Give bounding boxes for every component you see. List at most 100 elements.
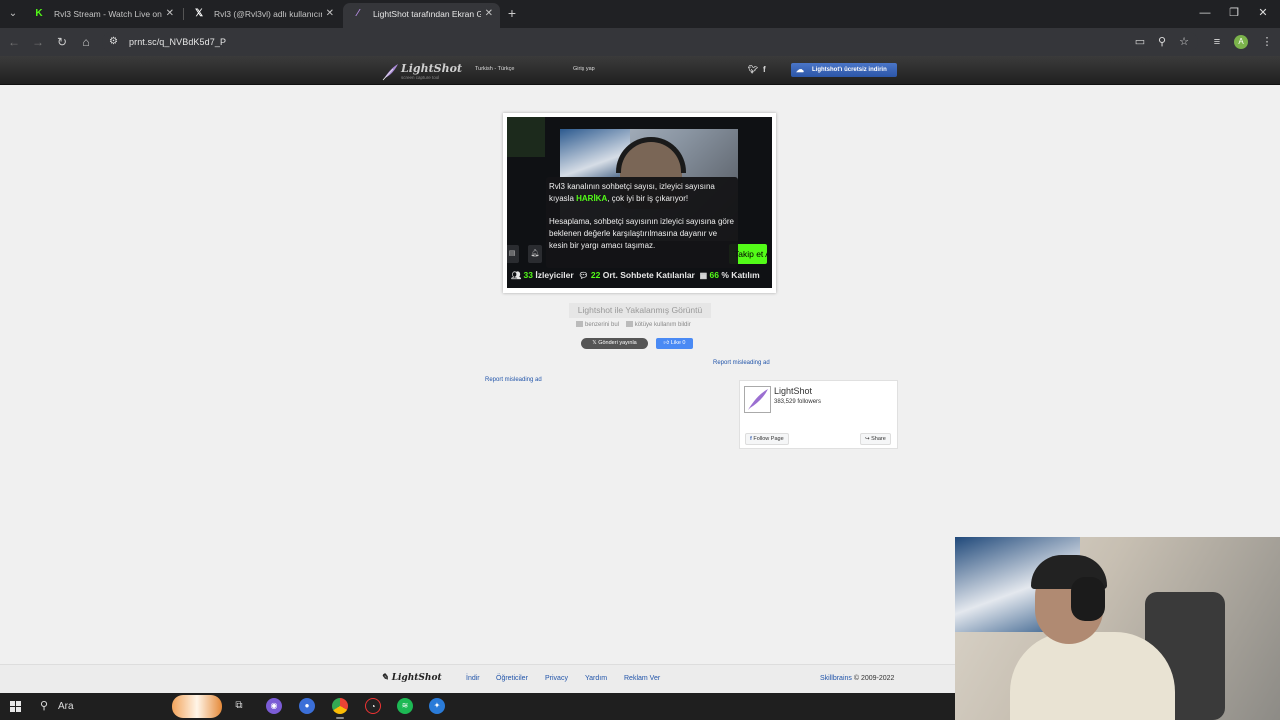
facebook-icon[interactable]: f <box>763 65 766 74</box>
windows-taskbar: ⚲ Ara <box>0 693 955 720</box>
stream-stats-row: 👥︎ 33 İzleyiciler 💬︎ 22 Ort. Sohbete Kat… <box>511 270 760 284</box>
lightshot-header: LightShot screen capture tool Turkish - … <box>0 56 1280 85</box>
close-tab-icon[interactable]: ✕ <box>326 3 334 25</box>
cloud-download-icon: ☁ <box>796 65 804 74</box>
discord-icon[interactable]: ◉ <box>266 698 282 714</box>
url-text[interactable]: prnt.sc/q_NVBdK5d7_P <box>129 35 226 49</box>
chatters-label: Ort. Sohbete Katılanlar <box>602 270 695 280</box>
chatters-count: 22 <box>590 270 601 280</box>
bell-icon: 🔔︎ <box>528 245 542 263</box>
windows-start-icon[interactable] <box>10 701 21 712</box>
fb-follow-page-button[interactable]: f Follow Page <box>745 433 789 445</box>
back-arrow-icon[interactable]: ← <box>5 33 23 51</box>
search-icon: ⚲ <box>40 700 49 712</box>
webcam-overlay <box>955 537 1280 720</box>
fb-followers-count: 383,529 followers <box>774 399 822 405</box>
reading-list-icon[interactable]: ≡ <box>1208 33 1226 51</box>
fb-page-name[interactable]: LightShot <box>774 386 812 396</box>
facebook-icon: f <box>750 436 752 442</box>
tab-kick-stream[interactable]: K Rvl3 Stream - Watch Live on Kick ✕ <box>24 3 181 28</box>
report-abuse-link[interactable]: kötüye kullanım bildir <box>625 321 691 328</box>
footer-link-tutorials[interactable]: Öğreticiler <box>496 675 528 682</box>
chrome-icon[interactable] <box>332 698 348 719</box>
participation-label: % Katılım <box>721 270 760 280</box>
lightshot-feather-icon: ⁄ <box>357 8 359 19</box>
share-arrow-icon: ↪ <box>865 436 870 442</box>
screenshot-frame: ▤ 🔔︎ Takip et Abone Ol Rvl3 kanalının so… <box>503 113 776 293</box>
facebook-page-widget: LightShot 383,529 followers f Follow Pag… <box>739 380 898 449</box>
image-actions: benzerini bul kötüye kullanım bildir <box>576 321 696 328</box>
fb-share-button[interactable]: ↪ Share <box>860 433 891 445</box>
app-blue-icon[interactable]: ● <box>299 698 315 714</box>
footer-link-advertise[interactable]: Reklam Ver <box>624 675 660 682</box>
recorder-icon[interactable]: ◔ <box>365 698 381 714</box>
tab-title: Rvl3 Stream - Watch Live on Kick <box>54 9 162 19</box>
footer-logo[interactable]: ✎ LightShot <box>381 673 442 683</box>
reload-icon[interactable]: ↻ <box>53 33 71 51</box>
tab-x-profile[interactable]: 𝕏 Rvl3 (@Rvl3vl) adlı kullanıcının ✕ <box>184 3 341 28</box>
viewers-icon: 👥︎ <box>511 271 522 280</box>
download-label: Lightshot'ı ücretsiz indirin <box>812 67 887 73</box>
lightshot-page-avatar[interactable] <box>744 386 771 413</box>
screenshot-sidebar-area <box>507 117 545 157</box>
footer-link-privacy[interactable]: Privacy <box>545 675 568 682</box>
report-misleading-ad-link[interactable]: Report misleading ad <box>485 377 542 383</box>
browser-toolbar: ← → ↻ ⌂ ⚙ prnt.sc/q_NVBdK5d7_P ▭ ⚲ ☆ ≡ A… <box>0 28 1280 56</box>
address-bar[interactable]: ⚙ prnt.sc/q_NVBdK5d7_P <box>102 31 1198 53</box>
site-settings-icon[interactable]: ⚙ <box>109 35 123 49</box>
download-button[interactable]: ☁ Lightshot'ı ücretsiz indirin <box>791 63 897 77</box>
lightshot-brand: LightShot <box>401 62 463 75</box>
bookmark-star-icon[interactable]: ☆ <box>1175 33 1193 51</box>
login-link[interactable]: Giriş yap <box>573 66 595 72</box>
viewers-label: İzleyiciler <box>535 270 574 280</box>
tooltip-line-2: Hesaplama, sohbetçi sayısının izleyici s… <box>549 217 734 250</box>
flag-icon <box>625 321 633 327</box>
facebook-like-button[interactable]: 👍︎ Like 0 <box>656 338 693 349</box>
close-tab-icon[interactable]: ✕ <box>485 3 493 25</box>
menu-kebab-icon[interactable]: ⋮ <box>1258 33 1276 51</box>
lightshot-feather-icon <box>382 64 398 81</box>
kick-icon: K <box>35 8 43 19</box>
app-tool-icon[interactable]: ✦ <box>429 698 445 714</box>
chart-icon: ▦ <box>699 271 708 280</box>
home-icon[interactable]: ⌂ <box>77 33 95 51</box>
lightshot-logo[interactable]: LightShot screen capture tool <box>381 62 462 82</box>
report-misleading-ad-link[interactable]: Report misleading ad <box>713 360 770 366</box>
chat-toggle-icon: ▤ <box>507 245 519 263</box>
footer-copyright: Skillbrains © 2009-2022 <box>820 675 895 682</box>
twitter-icon[interactable]: 🐦︎ <box>748 65 758 74</box>
lightshot-tagline: screen capture tool <box>401 75 440 80</box>
chat-bubble-icon: 💬︎ <box>578 271 589 280</box>
chat-ratio-tooltip: Rvl3 kanalının sohbetçi sayısı, izleyici… <box>546 177 738 268</box>
viewers-count: 33 <box>523 270 533 280</box>
headset-earcup <box>1071 577 1105 621</box>
lightshot-feather-icon <box>748 389 768 410</box>
minimize-icon[interactable]: — <box>1196 4 1214 22</box>
captured-image[interactable]: ▤ 🔔︎ Takip et Abone Ol Rvl3 kanalının so… <box>507 117 772 288</box>
task-view-icon[interactable]: ⧉ <box>231 698 247 714</box>
browser-tab-strip: ⌄ K Rvl3 Stream - Watch Live on Kick ✕ 𝕏… <box>0 0 1280 28</box>
tweet-button[interactable]: 𝕏 Gönderi yayınla <box>581 338 648 349</box>
search-similar-icon <box>576 321 583 327</box>
spotify-icon[interactable]: ≋ <box>397 698 413 714</box>
restore-icon[interactable]: ❐ <box>1225 4 1243 22</box>
profile-avatar[interactable]: A <box>1234 35 1248 49</box>
participation-count: 66 <box>709 270 720 280</box>
close-window-icon[interactable]: ✕ <box>1254 4 1272 22</box>
skillbrains-link[interactable]: Skillbrains <box>820 675 852 682</box>
cast-icon[interactable]: ▭ <box>1131 33 1149 51</box>
tab-lightshot[interactable]: ⁄ LightShot tarafından Ekran Gör ✕ <box>343 3 500 28</box>
search-highlight-art <box>172 695 222 718</box>
tab-search-chevron-icon[interactable]: ⌄ <box>5 5 21 22</box>
forward-arrow-icon[interactable]: → <box>29 33 47 51</box>
find-similar-link[interactable]: benzerini bul <box>576 321 619 328</box>
language-selector[interactable]: Turkish - Türkçe <box>475 66 514 72</box>
close-tab-icon[interactable]: ✕ <box>166 3 174 25</box>
footer-link-help[interactable]: Yardım <box>585 675 607 682</box>
taskbar-search-label: Ara <box>58 701 74 712</box>
new-tab-plus-icon[interactable]: + <box>503 4 521 22</box>
zoom-icon[interactable]: ⚲ <box>1153 33 1171 51</box>
footer-link-download[interactable]: İndir <box>466 675 480 682</box>
tab-title: Rvl3 (@Rvl3vl) adlı kullanıcının <box>214 9 322 19</box>
tooltip-line-1: Rvl3 kanalının sohbetçi sayısı, izleyici… <box>549 182 715 203</box>
